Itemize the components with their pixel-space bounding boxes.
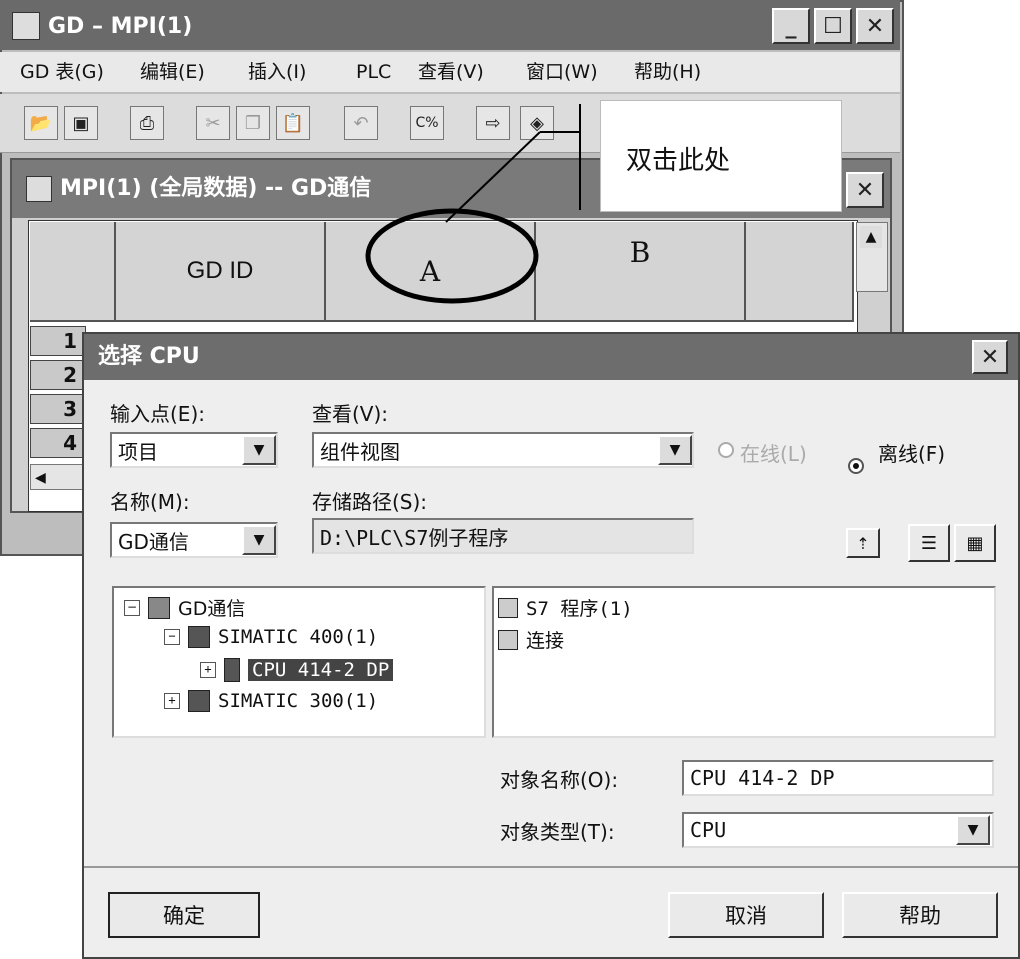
collapse-icon[interactable]: − [124,599,140,616]
tree-node-simatic-300[interactable]: + SIMATIC 300(1) [164,690,378,712]
content-item-s7-program[interactable]: S7 程序(1) [498,594,633,621]
menu-edit[interactable]: 编辑(E) [140,52,205,92]
tree-node-project[interactable]: − GD通信 [124,594,245,621]
path-value: D:\PLC\S7例子程序 [320,525,509,550]
cut-icon[interactable]: ✂ [196,106,230,140]
corner-cell [30,222,116,322]
print-icon[interactable]: ⎙ [130,106,164,140]
download-icon[interactable]: ⇨ [476,106,510,140]
gd-table-close-icon[interactable]: ✕ [846,172,884,208]
content-item-connections[interactable]: 连接 [498,626,564,653]
view-label: 查看(V): [312,402,389,426]
horizontal-scrollbar[interactable]: ◀ [30,464,86,490]
open-icon[interactable]: 📂 [24,106,58,140]
cancel-button[interactable]: 取消 [668,892,824,938]
up-folder-icon[interactable]: ⇡ [846,528,880,558]
name-label: 名称(M): [110,490,190,514]
menu-view[interactable]: 查看(V) [418,52,484,92]
expand-icon[interactable]: + [200,662,216,678]
path-label: 存储路径(S): [312,490,428,514]
offline-label: 离线(F) [878,442,946,466]
app-icon [12,12,40,40]
view-value: 组件视图 [320,439,400,464]
select-cpu-icon[interactable]: ◈ [520,106,554,140]
gd-table-title: MPI(1) (全局数据) -- GD通信 [60,176,372,201]
menu-gd-table[interactable]: GD 表(G) [20,52,104,92]
collapse-icon[interactable]: − [164,629,180,645]
column-header-empty [746,222,854,322]
dialog-titlebar[interactable] [84,334,1018,380]
program-icon [498,597,518,618]
paste-icon[interactable]: 📋 [276,106,310,140]
project-icon [148,596,170,619]
close-icon[interactable]: ✕ [856,8,894,44]
ok-button-label: 确定 [163,904,205,928]
chevron-down-icon[interactable]: ▼ [242,525,276,555]
dialog-close-icon[interactable]: ✕ [972,340,1008,374]
object-name-label: 对象名称(O): [500,768,619,792]
column-label: B [629,236,651,269]
offline-radio[interactable] [848,458,864,474]
gd-window-title: GD – MPI(1) [48,14,193,39]
copy-icon[interactable]: ❐ [236,106,270,140]
object-name-field[interactable]: CPU 414-2 DP [682,760,994,796]
tree-node-label: CPU 414-2 DP [248,659,394,681]
entry-point-label: 输入点(E): [110,402,205,426]
content-item-label: 连接 [526,630,565,652]
cancel-button-label: 取消 [725,904,767,928]
row-header-4[interactable]: 4 [30,428,86,458]
row-header-2[interactable]: 2 [30,360,86,390]
menu-plc[interactable]: PLC [356,52,391,92]
ok-button[interactable]: 确定 [108,892,260,938]
view-select[interactable]: 组件视图 [312,432,694,468]
column-header-a[interactable]: A [326,222,536,322]
menu-window[interactable]: 窗口(W) [526,52,598,92]
cpu-icon [224,658,240,682]
maximize-icon[interactable]: ☐ [814,8,852,44]
dialog-title: 选择 CPU [98,344,200,369]
object-type-select[interactable]: CPU [682,812,994,848]
table-icon [26,176,52,202]
help-button[interactable]: 帮助 [842,892,998,938]
column-header-gd-id[interactable]: GD ID [116,222,326,322]
row-header-1[interactable]: 1 [30,326,86,356]
row-header-3[interactable]: 3 [30,394,86,424]
connection-icon [498,629,518,650]
scroll-up-icon[interactable]: ▲ [860,226,882,248]
tree-node-label: SIMATIC 300(1) [218,690,379,712]
minimize-icon[interactable]: _ [772,8,810,44]
menu-help[interactable]: 帮助(H) [634,52,701,92]
chevron-down-icon[interactable]: ▼ [242,435,276,465]
callout-text: 双击此处 [626,146,731,176]
online-radio[interactable] [718,442,734,458]
object-name-value: CPU 414-2 DP [690,766,835,790]
tree-node-simatic-400[interactable]: − SIMATIC 400(1) [164,626,378,648]
tree-node-cpu-414[interactable]: + CPU 414-2 DP [200,658,394,682]
column-header-b[interactable]: B [536,222,746,322]
list-view-icon[interactable]: ☰ [908,524,950,562]
tree-node-label: SIMATIC 400(1) [218,626,379,648]
online-label: 在线(L) [740,442,807,466]
divider [84,866,1018,868]
save-icon[interactable]: ▣ [64,106,98,140]
help-button-label: 帮助 [899,904,941,928]
chevron-down-icon[interactable]: ▼ [658,435,692,465]
expand-icon[interactable]: + [164,693,180,709]
chevron-down-icon[interactable]: ▼ [956,815,990,845]
path-field: D:\PLC\S7例子程序 [312,518,694,554]
column-label: A [419,254,441,288]
menu-insert[interactable]: 插入(I) [248,52,306,92]
content-item-label: S7 程序(1) [526,598,633,620]
entry-point-value: 项目 [118,439,158,464]
detail-view-icon[interactable]: ▦ [954,524,996,562]
object-type-label: 对象类型(T): [500,820,615,844]
station-icon [188,690,210,712]
name-value: GD通信 [118,529,189,554]
tree-node-label: GD通信 [178,598,246,620]
undo-icon[interactable]: ↶ [344,106,378,140]
station-icon [188,626,210,648]
compile-icon[interactable]: C% [410,106,444,140]
column-label: GD ID [186,257,254,284]
object-type-value: CPU [690,818,727,842]
